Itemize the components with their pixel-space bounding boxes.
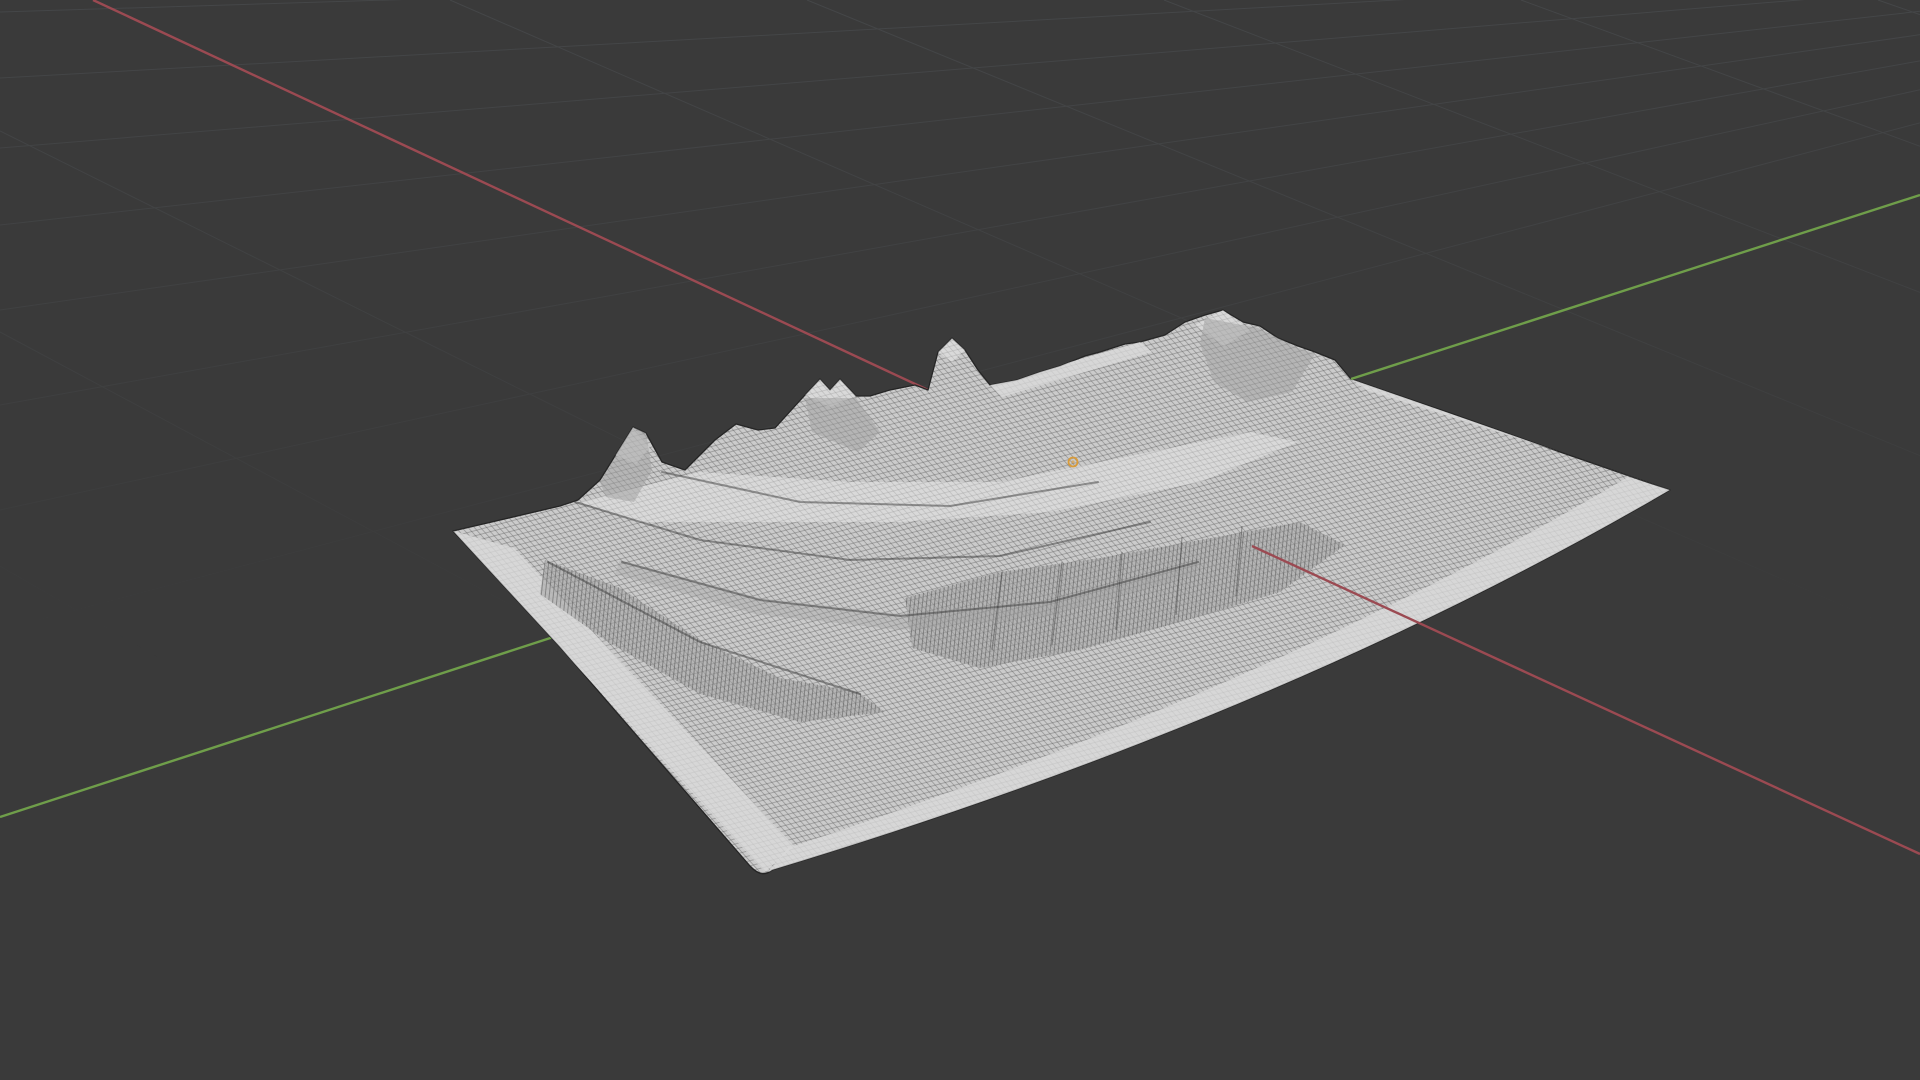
origin-dot-icon: [1071, 460, 1075, 464]
viewport-scene[interactable]: [0, 0, 1920, 1080]
viewport-canvas[interactable]: [0, 0, 1920, 1080]
